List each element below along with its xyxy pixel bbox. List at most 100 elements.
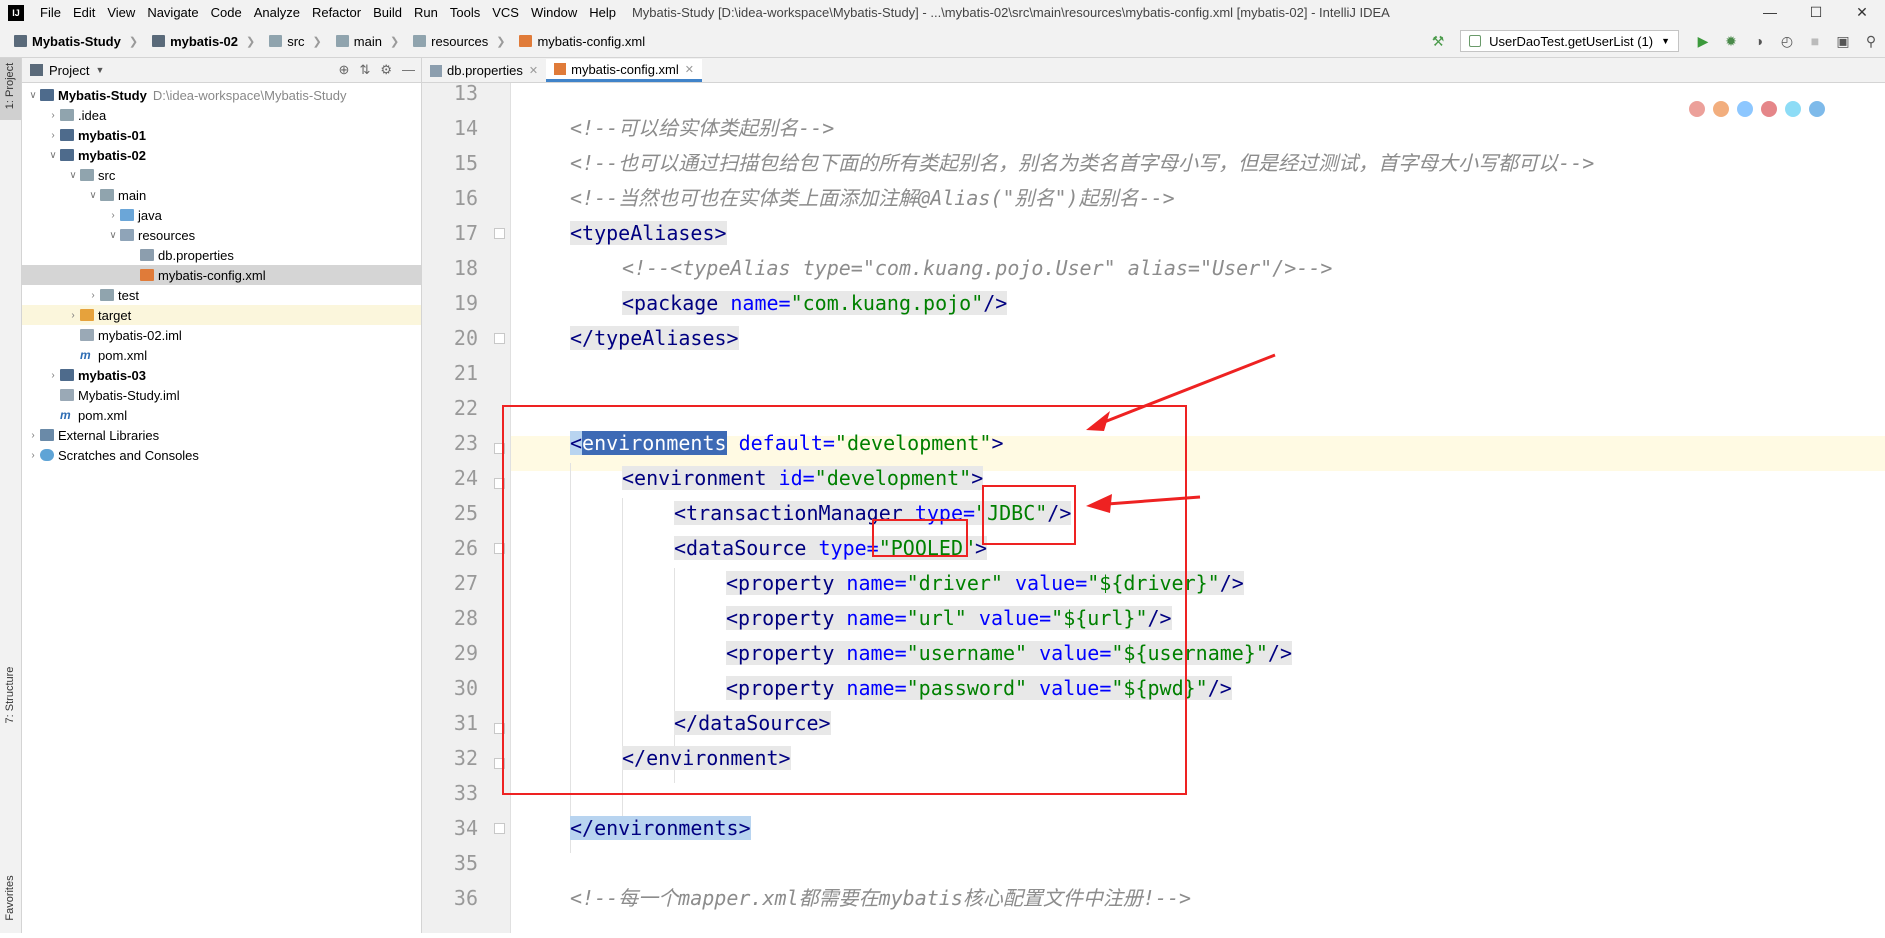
close-tab-icon[interactable]: ✕	[685, 63, 694, 76]
chevron-down-icon[interactable]: ∨	[26, 90, 40, 101]
gear-icon[interactable]: ⚙	[380, 62, 392, 78]
chevron-right-icon: ❯	[128, 35, 139, 48]
menu-tools[interactable]: Tools	[444, 5, 486, 20]
search-everywhere-icon[interactable]: ⚲	[1860, 30, 1882, 52]
chevron-right-icon[interactable]: ›	[86, 290, 100, 301]
tab-mybatis-config[interactable]: mybatis-config.xml ✕	[546, 59, 702, 82]
close-tab-icon[interactable]: ✕	[529, 64, 538, 77]
menu-view[interactable]: View	[101, 5, 141, 20]
tree-item[interactable]: › target	[22, 305, 421, 325]
folder-icon	[335, 35, 349, 47]
module-icon	[60, 149, 74, 161]
annotation-arrow	[1093, 353, 1276, 428]
code-editor[interactable]: 13 14 15 16 17 18 19 20 21 22 23 24 25 2…	[422, 81, 1885, 933]
menu-edit[interactable]: Edit	[67, 5, 101, 20]
menu-run[interactable]: Run	[408, 5, 444, 20]
tree-item[interactable]: Mybatis-Study.iml	[22, 385, 421, 405]
chevron-right-icon[interactable]: ›	[46, 110, 60, 121]
build-hammer-icon[interactable]: ⚒	[1427, 30, 1449, 52]
tab-structure-tool[interactable]: 7: Structure	[0, 653, 21, 743]
project-panel: Project ▼ ⊕ ⇅ ⚙ — ∨ Mybatis-Study D:\idea-…	[22, 58, 422, 933]
minimize-icon[interactable]: —	[1747, 0, 1793, 25]
debug-icon[interactable]: ✹	[1720, 30, 1742, 52]
breadcrumb-file[interactable]: mybatis-config.xml	[505, 34, 645, 49]
breadcrumb-resources[interactable]: resources ❯	[399, 34, 505, 49]
resources-folder-icon	[120, 229, 134, 241]
tree-item[interactable]: ∨ Mybatis-Study D:\idea-workspace\Mybatis-…	[22, 85, 421, 105]
module-icon	[60, 369, 74, 381]
folder-icon	[413, 35, 427, 47]
chevron-right-icon: ❯	[245, 35, 256, 48]
stop-icon[interactable]: ■	[1804, 30, 1826, 52]
chevron-right-icon[interactable]: ›	[46, 130, 60, 141]
tree-item[interactable]: › .idea	[22, 105, 421, 125]
tree-item[interactable]: ∨ resources	[22, 225, 421, 245]
tree-item[interactable]: ∨ main	[22, 185, 421, 205]
menu-navigate[interactable]: Navigate	[141, 5, 204, 20]
tree-item[interactable]: › Scratches and Consoles	[22, 445, 421, 465]
iml-file-icon	[60, 389, 74, 401]
tab-favorites-tool[interactable]: Favorites	[0, 858, 21, 933]
source-folder-icon	[120, 209, 134, 221]
maven-icon: m	[60, 408, 71, 422]
tree-item[interactable]: m pom.xml	[22, 405, 421, 425]
tree-item[interactable]: › External Libraries	[22, 425, 421, 445]
chevron-down-icon[interactable]: ∨	[86, 190, 100, 201]
menu-build[interactable]: Build	[367, 5, 408, 20]
tree-item[interactable]: ∨ src	[22, 165, 421, 185]
tree-item[interactable]: mybatis-02.iml	[22, 325, 421, 345]
xml-file-icon	[519, 35, 533, 47]
chevron-right-icon[interactable]: ›	[46, 370, 60, 381]
menu-refactor[interactable]: Refactor	[306, 5, 367, 20]
breadcrumb-main[interactable]: main ❯	[322, 34, 399, 49]
scratches-icon	[40, 449, 54, 461]
menu-bar: IJ File Edit View Navigate Code Analyze …	[0, 0, 1885, 25]
chevron-down-icon[interactable]: ∨	[106, 230, 120, 241]
maximize-icon[interactable]: ☐	[1793, 0, 1839, 25]
folder-icon	[60, 109, 74, 121]
project-structure-icon[interactable]: ▣	[1832, 30, 1854, 52]
project-panel-header: Project ▼ ⊕ ⇅ ⚙ —	[22, 58, 421, 83]
tree-item[interactable]: › mybatis-01	[22, 125, 421, 145]
chevron-right-icon[interactable]: ›	[66, 310, 80, 321]
chevron-right-icon: ❯	[312, 35, 322, 48]
chevron-down-icon[interactable]: ∨	[46, 150, 60, 161]
close-icon[interactable]: ✕	[1839, 0, 1885, 25]
chevron-down-icon[interactable]: ▼	[95, 65, 104, 75]
breadcrumb-src[interactable]: src ❯	[255, 34, 322, 49]
run-icon[interactable]: ▶	[1692, 30, 1714, 52]
menu-code[interactable]: Code	[205, 5, 248, 20]
hide-icon[interactable]: —	[402, 62, 415, 78]
menu-window[interactable]: Window	[525, 5, 583, 20]
tree-item[interactable]: ∨ mybatis-02	[22, 145, 421, 165]
tree-item-selected[interactable]: mybatis-config.xml	[22, 265, 421, 285]
menu-help[interactable]: Help	[583, 5, 622, 20]
menu-analyze[interactable]: Analyze	[248, 5, 306, 20]
chevron-down-icon[interactable]: ∨	[66, 170, 80, 181]
module-icon	[152, 35, 166, 47]
profile-icon[interactable]: ◴	[1776, 30, 1798, 52]
locate-icon[interactable]: ⊕	[339, 62, 350, 78]
tree-item[interactable]: db.properties	[22, 245, 421, 265]
coverage-icon[interactable]: ◑	[1748, 30, 1770, 52]
breadcrumb-module[interactable]: mybatis-02 ❯	[138, 34, 255, 49]
menu-file[interactable]: File	[34, 5, 67, 20]
collapse-all-icon[interactable]: ⇅	[359, 62, 370, 78]
run-config-icon	[1469, 35, 1482, 47]
tree-item[interactable]: › mybatis-03	[22, 365, 421, 385]
chevron-right-icon[interactable]: ›	[26, 430, 40, 441]
tree-item[interactable]: › java	[22, 205, 421, 225]
tab-project-tool[interactable]: 1: Project	[0, 58, 21, 120]
properties-file-icon	[140, 249, 154, 261]
run-configuration-select[interactable]: UserDaoTest.getUserList (1) ▼	[1460, 30, 1679, 52]
chevron-right-icon[interactable]: ›	[26, 450, 40, 461]
tree-item[interactable]: › test	[22, 285, 421, 305]
excluded-folder-icon	[80, 309, 94, 321]
chevron-right-icon[interactable]: ›	[106, 210, 120, 221]
tree-item[interactable]: m pom.xml	[22, 345, 421, 365]
editor-tabs: db.properties ✕ mybatis-config.xml ✕	[422, 58, 1885, 83]
project-view-icon	[30, 64, 43, 76]
properties-file-icon	[430, 64, 442, 77]
menu-vcs[interactable]: VCS	[486, 5, 525, 20]
breadcrumb-project[interactable]: Mybatis-Study ❯	[0, 34, 138, 49]
